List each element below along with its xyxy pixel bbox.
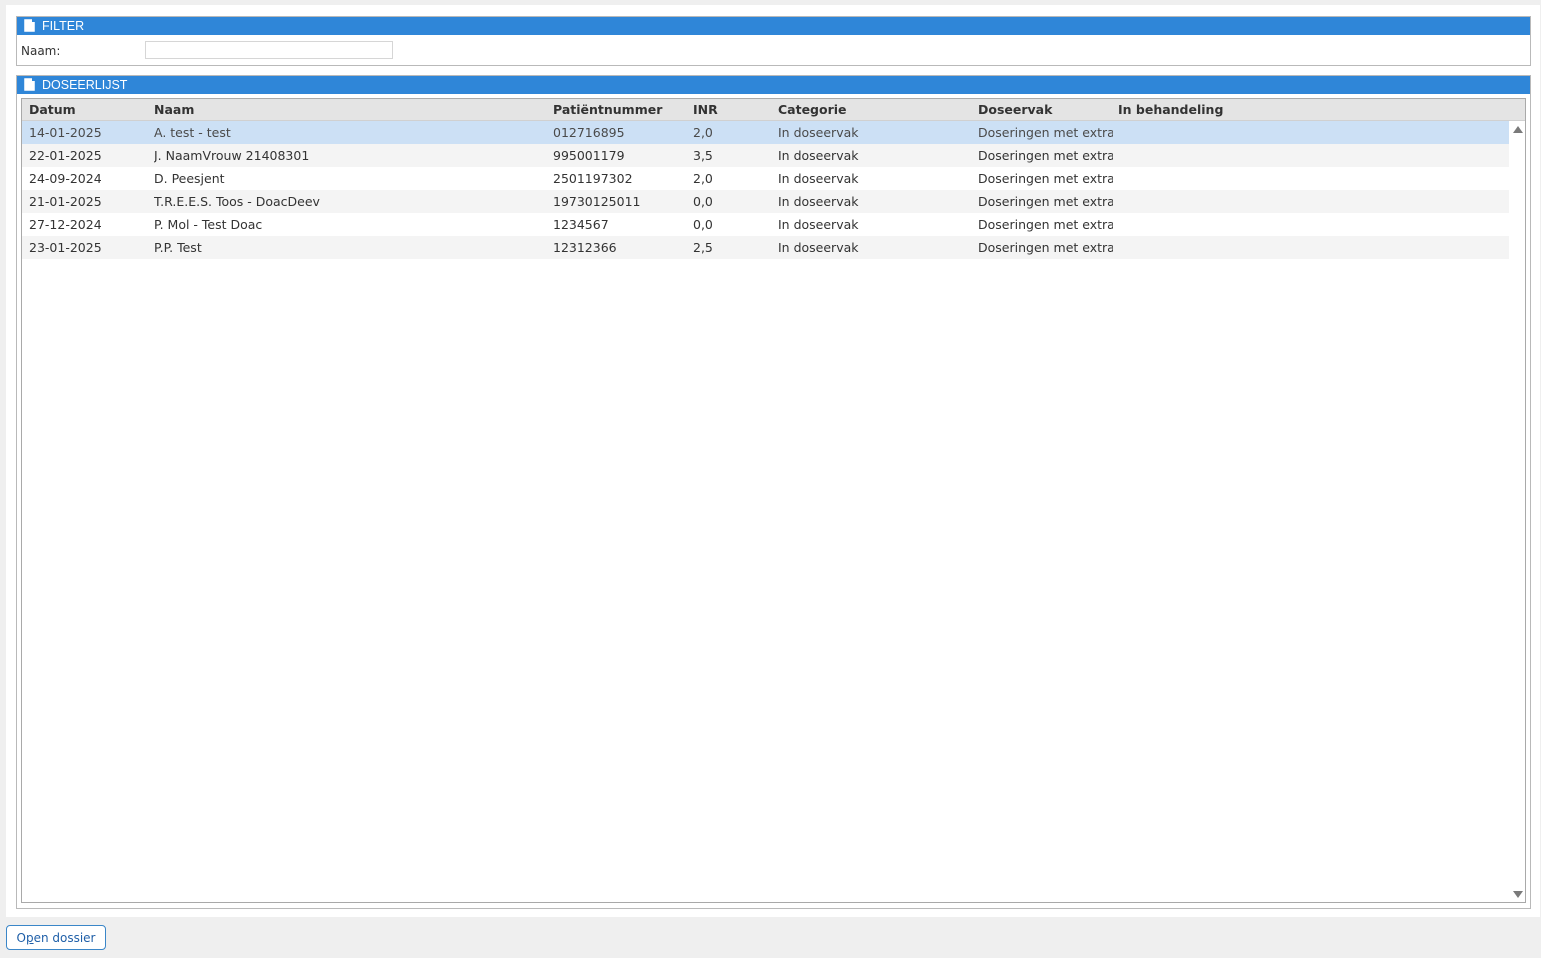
cell-naam: J. NaamVrouw 21408301 — [154, 148, 310, 163]
cell-inr: 0,0 — [693, 194, 713, 209]
cell-categorie: In doseervak — [778, 125, 859, 140]
cell-naam: T.R.E.E.S. Toos - DoacDeev — [154, 194, 320, 209]
name-label: Naam: — [21, 44, 61, 58]
cell-doseervak: Doseringen met extra a — [978, 125, 1113, 140]
doseerlijst-panel-header[interactable]: DOSEERLIJST — [17, 76, 1530, 94]
cell-patientnummer: 19730125011 — [553, 194, 641, 209]
table-row[interactable]: 21-01-2025 T.R.E.E.S. Toos - DoacDeev 1973… — [22, 190, 1509, 213]
cell-categorie: In doseervak — [778, 194, 859, 209]
cell-datum: 23-01-2025 — [29, 240, 102, 255]
cell-inr: 2,0 — [693, 171, 713, 186]
cell-datum: 27-12-2024 — [29, 217, 102, 232]
table-row[interactable]: 14-01-2025 A. test - test 012716895 2,0 In d… — [22, 121, 1509, 144]
cell-doseervak: Doseringen met extra a — [978, 171, 1113, 186]
column-header-in-behandeling[interactable]: In behandeling — [1118, 99, 1368, 121]
cell-naam: P.P. Test — [154, 240, 202, 255]
cell-datum: 21-01-2025 — [29, 194, 102, 209]
cell-naam: A. test - test — [154, 125, 231, 140]
filter-row: Naam: — [17, 35, 1530, 65]
cell-inr: 0,0 — [693, 217, 713, 232]
doseerlijst-grid: Datum Naam Patiëntnummer INR Categorie D… — [21, 98, 1526, 903]
document-icon — [24, 78, 35, 91]
grid-body: 14-01-2025 A. test - test 012716895 2,0 In d… — [22, 121, 1509, 902]
cell-categorie: In doseervak — [778, 240, 859, 255]
cell-datum: 24-09-2024 — [29, 171, 102, 186]
cell-inr: 3,5 — [693, 148, 713, 163]
doseerlijst-panel: DOSEERLIJST Datum Naam Patiëntnummer INR… — [16, 75, 1531, 909]
table-row[interactable]: 27-12-2024 P. Mol - Test Doac 1234567 0,0 In… — [22, 213, 1509, 236]
open-dossier-label-suffix: en dossier — [33, 931, 96, 945]
table-row[interactable]: 22-01-2025 J. NaamVrouw 21408301 995001179… — [22, 144, 1509, 167]
main-content: FILTER Naam: DOSEERLIJST Datum Naam Pati… — [6, 5, 1540, 917]
table-row[interactable]: 24-09-2024 D. Peesjent 2501197302 2,0 In dos… — [22, 167, 1509, 190]
cell-datum: 22-01-2025 — [29, 148, 102, 163]
cell-doseervak: Doseringen met extra a — [978, 194, 1113, 209]
open-dossier-label-prefix: O — [16, 931, 26, 945]
cell-doseervak: Doseringen met extra a — [978, 148, 1113, 163]
column-header-patientnummer[interactable]: Patiëntnummer — [553, 99, 688, 121]
filter-panel-header[interactable]: FILTER — [17, 17, 1530, 35]
cell-patientnummer: 2501197302 — [553, 171, 633, 186]
vertical-scrollbar[interactable] — [1509, 121, 1525, 902]
cell-doseervak: Doseringen met extra a — [978, 217, 1113, 232]
filter-title: FILTER — [42, 19, 85, 33]
cell-doseervak: Doseringen met extra a — [978, 240, 1113, 255]
cell-inr: 2,0 — [693, 125, 713, 140]
cell-datum: 14-01-2025 — [29, 125, 102, 140]
cell-patientnummer: 995001179 — [553, 148, 625, 163]
open-dossier-button[interactable]: Open dossier — [6, 925, 106, 950]
cell-categorie: In doseervak — [778, 148, 859, 163]
scroll-down-arrow-icon[interactable] — [1513, 891, 1523, 898]
grid-header: Datum Naam Patiëntnummer INR Categorie D… — [22, 99, 1525, 121]
filter-panel: FILTER Naam: — [16, 16, 1531, 66]
column-header-doseervak[interactable]: Doseervak — [978, 99, 1113, 121]
column-header-naam[interactable]: Naam — [154, 99, 544, 121]
doseerlijst-title: DOSEERLIJST — [42, 78, 128, 92]
document-icon — [24, 19, 35, 32]
cell-patientnummer: 012716895 — [553, 125, 625, 140]
cell-categorie: In doseervak — [778, 217, 859, 232]
cell-naam: P. Mol - Test Doac — [154, 217, 263, 232]
cell-patientnummer: 1234567 — [553, 217, 609, 232]
open-dossier-label-accesskey: p — [25, 931, 34, 945]
cell-patientnummer: 12312366 — [553, 240, 617, 255]
cell-inr: 2,5 — [693, 240, 713, 255]
scroll-up-arrow-icon[interactable] — [1513, 126, 1523, 133]
name-filter-input[interactable] — [145, 41, 393, 59]
column-header-datum[interactable]: Datum — [29, 99, 149, 121]
cell-naam: D. Peesjent — [154, 171, 225, 186]
column-header-inr[interactable]: INR — [693, 99, 773, 121]
column-header-categorie[interactable]: Categorie — [778, 99, 973, 121]
table-row[interactable]: 23-01-2025 P.P. Test 12312366 2,5 In doseerv… — [22, 236, 1509, 259]
cell-categorie: In doseervak — [778, 171, 859, 186]
